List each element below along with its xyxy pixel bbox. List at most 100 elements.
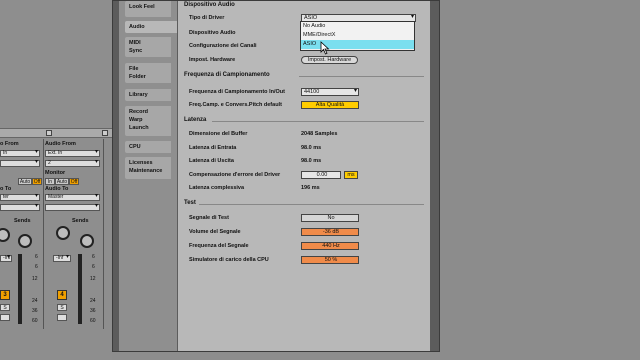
meter-tick: 6 — [35, 254, 38, 260]
meter-tick: 24 — [32, 298, 38, 304]
mouse-pointer-icon — [320, 41, 330, 55]
total-latency-value: 196 ms — [301, 185, 320, 191]
arm-button-left[interactable] — [0, 314, 10, 321]
section-audio-device: Dispositivo Audio — [184, 2, 235, 8]
track-activator-left[interactable]: 3 — [0, 290, 10, 300]
mixer-toggle-button-2[interactable] — [102, 130, 108, 136]
sample-rate-label: Frequenza di Campionamento In/Out — [189, 89, 285, 95]
mixer-header-bar — [0, 128, 112, 138]
section-divider — [299, 76, 424, 77]
preferences-window: Look Feel Audio MIDI Sync File Folder Li… — [112, 0, 440, 352]
audio-from-label: Audio From — [45, 141, 76, 147]
send-knob-left-b[interactable] — [18, 234, 32, 248]
input-channel-select[interactable]: 2 — [45, 160, 100, 167]
tab-licenses-maintenance[interactable]: Licenses Maintenance — [125, 157, 171, 179]
meter-tick: 12 — [90, 276, 96, 282]
level-meter — [78, 254, 82, 324]
high-quality-button[interactable]: Alta Qualità — [301, 101, 359, 109]
monitor-off-button-left[interactable]: Off — [32, 178, 42, 185]
signal-volume-slider[interactable]: -36 dB — [301, 228, 359, 236]
channel-config-label: Configurazione dei Canali — [189, 43, 257, 49]
mixer-panel: o From Audio From In Ext. In 2 Monitor A… — [0, 0, 112, 360]
solo-button-left[interactable]: S — [0, 304, 10, 311]
sends-label: Sends — [72, 218, 89, 224]
monitor-in-button[interactable]: In — [45, 178, 55, 185]
meter-tick: 36 — [32, 308, 38, 314]
meter-tick: 6 — [35, 264, 38, 270]
output-channel-select-left[interactable] — [0, 204, 40, 211]
tab-file-folder[interactable]: File Folder — [125, 63, 171, 83]
buffer-size-label: Dimensione del Buffer — [189, 131, 248, 137]
audio-from-label-left: o From — [0, 141, 19, 147]
cpu-load-value: 50 — [324, 257, 331, 263]
monitor-off-button[interactable]: Off — [69, 178, 79, 185]
pitch-conversion-label: Freq.Camp. e Convers.Pitch default — [189, 102, 282, 108]
meter-tick: 36 — [90, 308, 96, 314]
signal-frequency-label: Frequenza del Segnale — [189, 243, 249, 249]
volume-readout[interactable]: -Inf — [53, 255, 71, 262]
output-latency-value: 98.0 ms — [301, 158, 322, 164]
solo-button[interactable]: S — [57, 304, 67, 311]
audio-to-label: Audio To — [45, 186, 69, 192]
signal-volume-label: Volume del Segnale — [189, 229, 241, 235]
signal-frequency-slider[interactable]: 440 Hz — [301, 242, 359, 250]
sample-rate-select[interactable]: 44100 ▾ — [301, 88, 359, 96]
driver-type-dropdown-list: No Audio MME/DirectX ASIO — [300, 21, 415, 51]
cpu-load-slider[interactable]: 50 % — [301, 256, 359, 264]
signal-volume-unit: dB — [332, 229, 340, 235]
driver-compensation-input[interactable]: 0.00 — [301, 171, 341, 179]
test-signal-toggle[interactable]: No — [301, 214, 359, 222]
sample-rate-value: 44100 — [304, 89, 320, 95]
buffer-size-value: 2048 Samples — [301, 131, 338, 137]
track-activator[interactable]: 4 — [57, 290, 67, 300]
level-meter-left — [18, 254, 22, 324]
arm-button[interactable] — [57, 314, 67, 321]
chevron-down-icon: ▾ — [353, 88, 357, 94]
signal-frequency-unit: Hz — [332, 243, 340, 249]
send-knob-left[interactable] — [0, 228, 10, 242]
tab-cpu[interactable]: CPU — [125, 141, 171, 153]
tab-audio[interactable]: Audio — [125, 21, 177, 33]
mixer-toggle-button[interactable] — [46, 130, 52, 136]
send-b-knob[interactable] — [80, 234, 94, 248]
meter-tick: 6 — [92, 254, 95, 260]
monitor-auto-button[interactable]: Auto — [55, 178, 69, 185]
test-signal-label: Segnale di Test — [189, 215, 229, 221]
section-divider — [212, 121, 424, 122]
input-latency-value: 98.0 ms — [301, 145, 322, 151]
dropdown-option-asio[interactable]: ASIO — [301, 40, 414, 49]
dropdown-option-mme-directx[interactable]: MME/DirectX — [301, 31, 414, 40]
audio-to-label-left: o To — [0, 186, 12, 192]
track-divider — [103, 139, 104, 329]
output-select-left[interactable]: ter — [0, 194, 40, 201]
chevron-down-icon: ▾ — [410, 14, 414, 20]
tab-look-feel[interactable]: Look Feel — [125, 1, 171, 17]
signal-frequency-value: 440 — [322, 243, 332, 249]
track-divider — [43, 139, 44, 329]
volume-readout-left[interactable]: -Inf — [0, 255, 12, 262]
send-a-knob[interactable] — [56, 226, 70, 240]
monitor-auto-button-left[interactable]: Auto — [18, 178, 32, 185]
hardware-setup-button[interactable]: Impost. Hardware — [301, 56, 358, 64]
compensation-unit-button[interactable]: ms — [344, 171, 358, 179]
section-divider — [199, 204, 424, 205]
meter-tick: 24 — [90, 298, 96, 304]
background-area — [440, 0, 640, 360]
sends-label-left: Sends — [14, 218, 31, 224]
tab-record-warp-launch[interactable]: Record Warp Launch — [125, 106, 171, 136]
cpu-load-label: Simulatore di carico della CPU — [189, 257, 269, 263]
output-channel-select[interactable] — [45, 204, 100, 211]
meter-tick: 12 — [32, 276, 38, 282]
tab-midi-sync[interactable]: MIDI Sync — [125, 37, 171, 57]
input-type-select-left[interactable]: In — [0, 150, 40, 157]
tab-library[interactable]: Library — [125, 89, 171, 101]
section-test: Test — [184, 200, 196, 206]
driver-compensation-label: Compensazione d'errore del Driver — [189, 172, 281, 178]
dropdown-option-no-audio[interactable]: No Audio — [301, 22, 414, 31]
meter-tick: 60 — [90, 318, 96, 324]
section-sample-rate: Frequenza di Campionamento — [184, 72, 270, 78]
input-type-select[interactable]: Ext. In — [45, 150, 100, 157]
input-channel-select-left[interactable] — [0, 160, 40, 167]
signal-volume-value: -36 — [322, 229, 331, 235]
output-select[interactable]: Master — [45, 194, 100, 201]
